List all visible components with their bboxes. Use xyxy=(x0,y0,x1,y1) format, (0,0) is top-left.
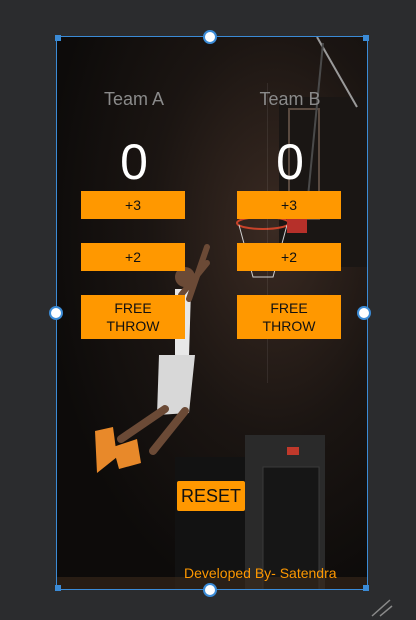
team-b-free-throw-button[interactable]: FREE THROW xyxy=(237,295,341,339)
team-a-plus-two-button[interactable]: +2 xyxy=(81,243,185,271)
team-a-free-throw-button[interactable]: FREE THROW xyxy=(81,295,185,339)
team-b-label: Team B xyxy=(259,89,321,109)
resize-handle-bottom[interactable] xyxy=(203,583,217,597)
resize-grip-icon[interactable] xyxy=(370,598,394,618)
resize-handle-right[interactable] xyxy=(357,306,371,320)
reset-button[interactable]: RESET xyxy=(177,481,245,511)
developer-credit: Developed By- Satendra xyxy=(184,565,337,581)
selection-corner-top-right[interactable] xyxy=(363,35,369,41)
selection-corner-bottom-right[interactable] xyxy=(363,585,369,591)
selection-corner-bottom-left[interactable] xyxy=(55,585,61,591)
selection-corner-top-left[interactable] xyxy=(55,35,61,41)
team-b-score: 0 xyxy=(276,134,304,190)
team-b-plus-three-button[interactable]: +3 xyxy=(237,191,341,219)
resize-handle-top[interactable] xyxy=(203,30,217,44)
team-b-plus-two-button[interactable]: +2 xyxy=(237,243,341,271)
phone-preview: Team A Team B 0 0 +3 +3 +2 +2 FREE THROW… xyxy=(56,36,368,590)
team-a-label: Team A xyxy=(103,89,165,109)
resize-handle-left[interactable] xyxy=(49,306,63,320)
team-a-plus-three-button[interactable]: +3 xyxy=(81,191,185,219)
team-a-score: 0 xyxy=(120,134,148,190)
